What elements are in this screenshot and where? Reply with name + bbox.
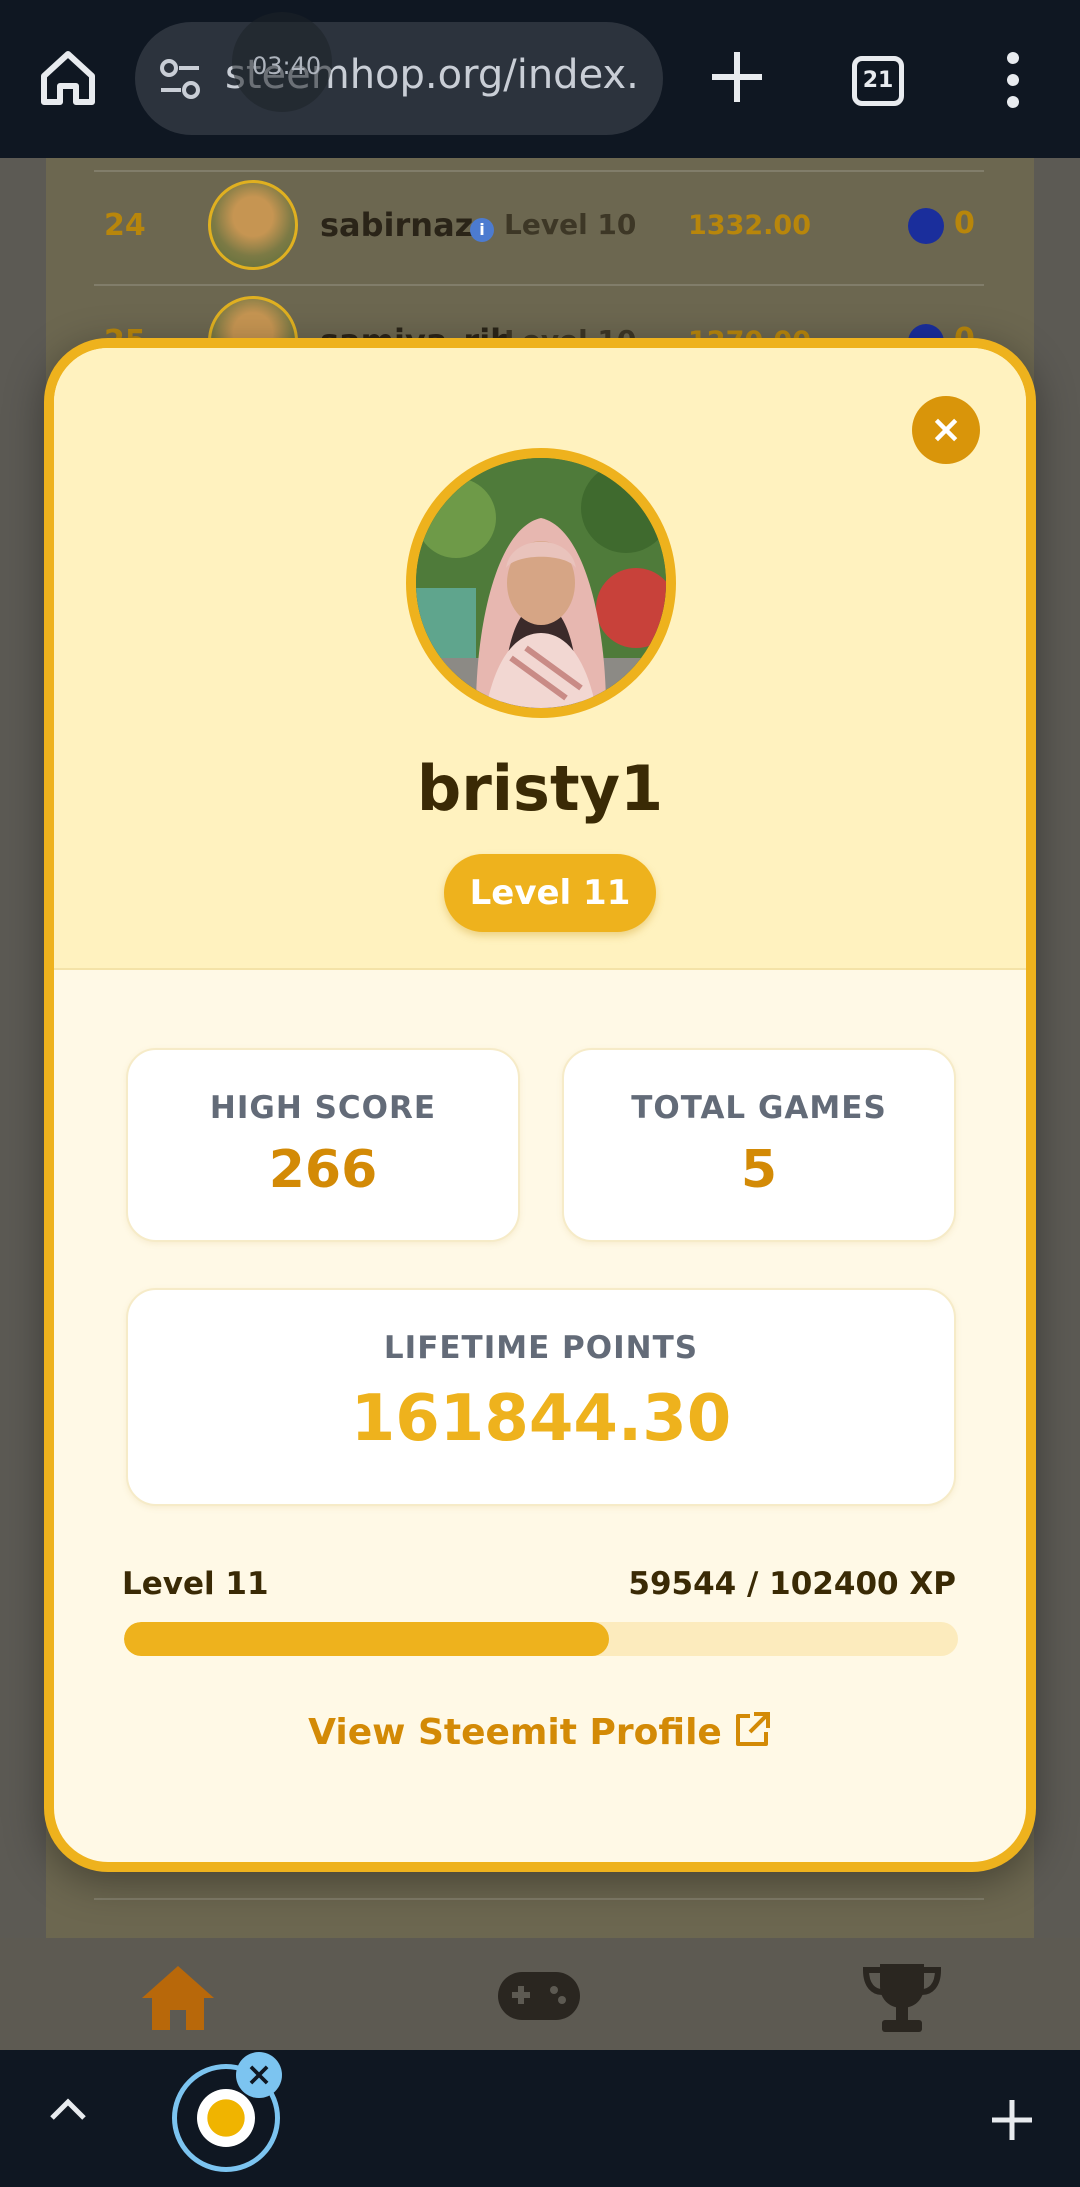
points: 1332.00 [688,210,811,241]
browser-bottom-bar: × [0,2050,1080,2187]
add-tab-icon[interactable] [990,2098,1034,2142]
rank: 24 [104,208,146,243]
menu-icon[interactable] [998,50,1028,110]
trophy-icon[interactable] [862,1960,942,2036]
table-row[interactable]: 24 sabirnaz i Level 10 1332.00 0 [46,170,1034,286]
xp-progress-bar [124,1622,958,1656]
avatar [406,448,676,718]
total-games-card: TOTAL GAMES 5 [562,1048,956,1242]
profile-modal: × bristy1 Level 11 HIGH SCORE 266 TOTAL … [44,338,1036,1872]
gamepad-icon[interactable] [496,1968,582,2024]
site-bottom-nav [0,1938,1080,2050]
level: Level 10 [504,208,637,241]
steem-value: 0 [954,206,975,241]
browser-toolbar: steemhop.org/index. 03:40 21 [0,0,1080,158]
username[interactable]: sabirnaz [320,206,473,244]
close-tab-icon[interactable]: × [236,2052,282,2098]
total-games-value: 5 [740,1140,778,1200]
close-button[interactable]: × [912,396,980,464]
home-icon[interactable] [138,1962,218,2034]
progress-level-label: Level 11 [122,1566,269,1602]
avatar-photo [416,458,666,708]
steemhop-logo [197,2089,255,2147]
home-icon[interactable] [36,46,100,110]
lifetime-points-card: LIFETIME POINTS 161844.30 [126,1288,956,1506]
row-divider [94,1898,984,1900]
high-score-card: HIGH SCORE 266 [126,1048,520,1242]
address-bar[interactable]: steemhop.org/index. [135,22,663,135]
new-tab-icon[interactable] [706,46,768,108]
level-badge: Level 11 [444,854,656,932]
lifetime-points-label: LIFETIME POINTS [383,1330,699,1366]
view-profile-label[interactable]: View Steemit Profile [308,1712,722,1753]
progress-xp-text: 59544 / 102400 XP [628,1566,956,1602]
info-icon[interactable]: i [470,218,494,242]
view-profile-link[interactable]: View Steemit Profile [54,1710,1026,1753]
steem-icon [908,208,944,244]
xp-progress-fill [124,1622,609,1656]
external-link-icon[interactable] [732,1710,772,1750]
chevron-up-icon[interactable] [48,2094,88,2124]
total-games-label: TOTAL GAMES [631,1090,887,1126]
tabs-icon[interactable]: 21 [852,56,904,106]
profile-username: bristy1 [416,752,664,825]
high-score-label: HIGH SCORE [209,1090,437,1126]
lifetime-points-value: 161844.30 [350,1382,732,1456]
clock-text: 03:40 [252,52,322,80]
high-score-value: 266 [268,1140,378,1200]
site-settings-icon[interactable] [157,56,203,102]
avatar [208,180,298,270]
